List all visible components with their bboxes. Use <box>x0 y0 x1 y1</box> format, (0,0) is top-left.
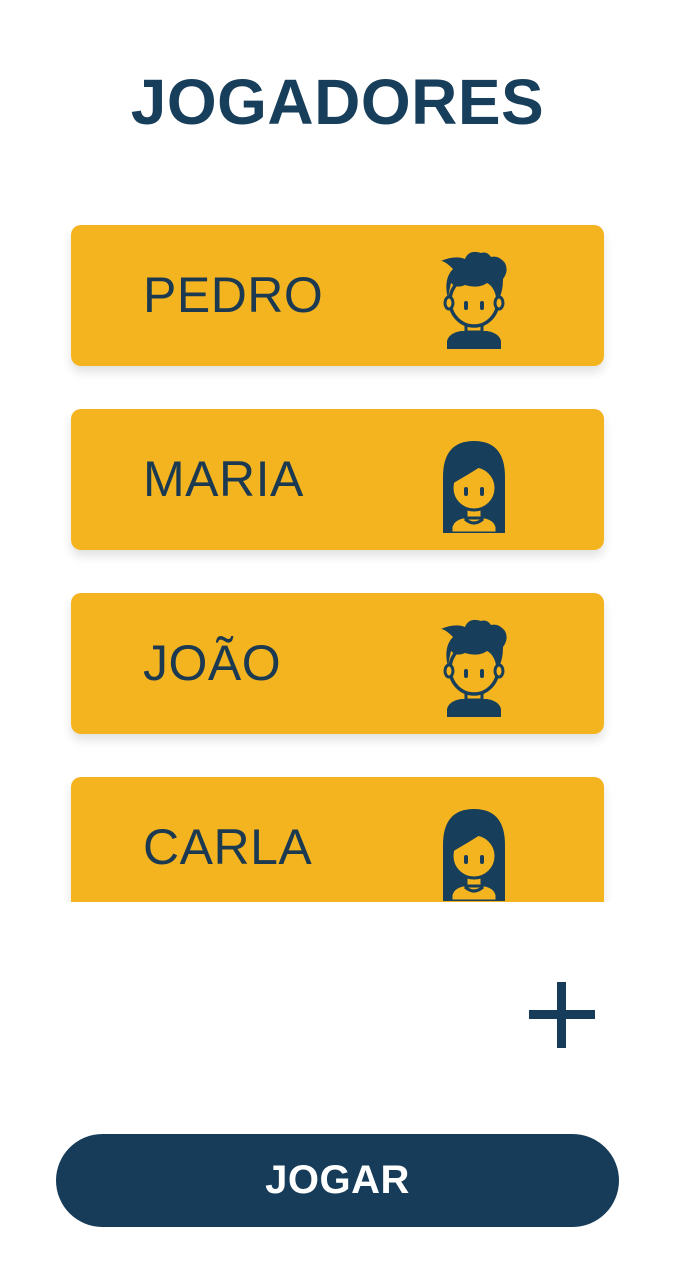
player-card[interactable]: CARLA <box>71 777 604 902</box>
boy-avatar-icon <box>435 617 513 717</box>
boy-avatar-icon <box>435 249 513 349</box>
girl-avatar-icon <box>435 801 513 901</box>
play-button[interactable]: JOGAR <box>56 1134 619 1227</box>
player-name: CARLA <box>143 819 313 875</box>
add-player-button[interactable] <box>527 980 597 1050</box>
plus-icon <box>529 982 595 1048</box>
player-name: PEDRO <box>143 267 324 323</box>
player-name: JOÃO <box>143 635 282 691</box>
player-card[interactable]: JOÃO <box>71 593 604 734</box>
player-name: MARIA <box>143 451 304 507</box>
players-screen: JOGADORES PEDRO MARIA JOÃO CARLA JOGAR <box>0 0 675 1280</box>
player-list[interactable]: PEDRO MARIA JOÃO CARLA <box>0 200 675 902</box>
page-title: JOGADORES <box>130 66 545 138</box>
player-card[interactable]: MARIA <box>71 409 604 550</box>
player-card[interactable]: PEDRO <box>71 225 604 366</box>
girl-avatar-icon <box>435 433 513 533</box>
